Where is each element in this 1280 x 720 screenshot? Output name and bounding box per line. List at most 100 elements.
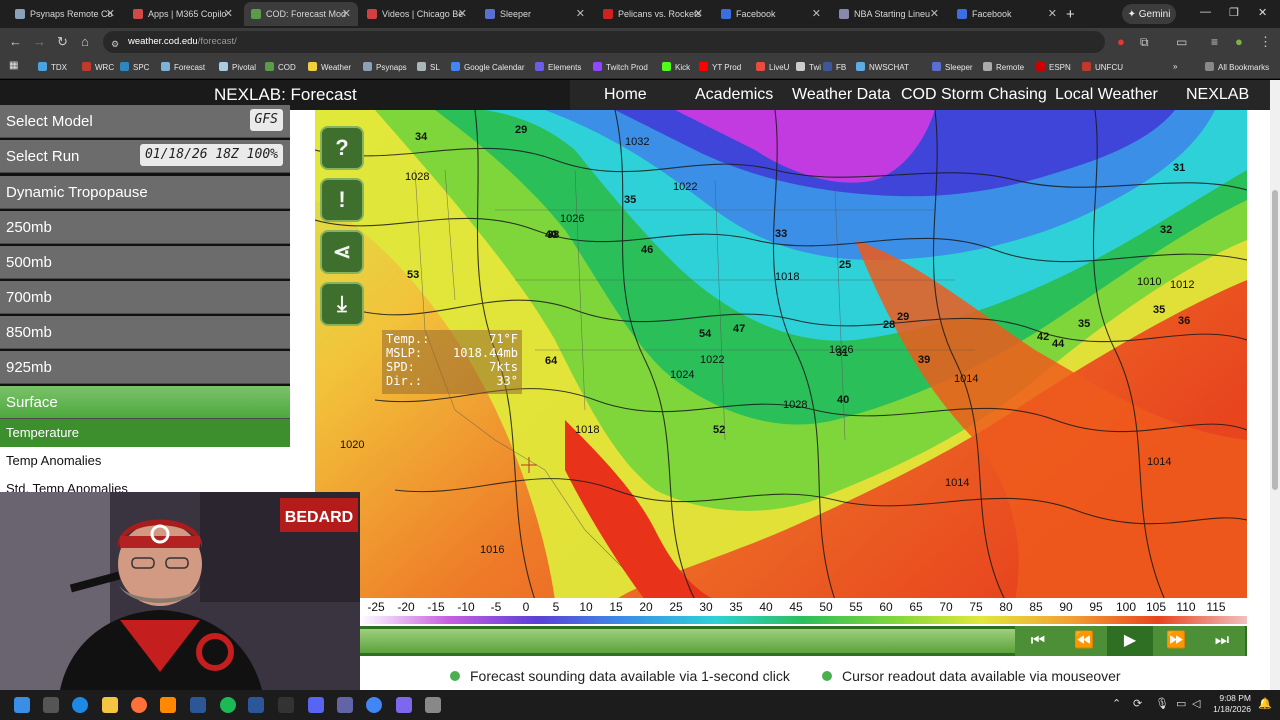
page-scrollbar[interactable] [1270, 80, 1280, 690]
share-icon[interactable]: ⋖ [320, 230, 364, 274]
forward-icon[interactable]: → [33, 35, 46, 49]
browser-tab[interactable]: Psynaps Remote Co ✕ [8, 2, 122, 26]
browser-tab[interactable]: Facebook ✕ [714, 2, 828, 26]
obs-icon[interactable] [278, 697, 294, 713]
nav-academics[interactable]: Academics [695, 86, 773, 104]
network-icon[interactable]: ▭ [1176, 697, 1186, 710]
profile-icon[interactable]: ● [1235, 35, 1243, 49]
notifications-icon[interactable]: 🔔 [1258, 697, 1272, 710]
file-explorer-icon[interactable] [102, 697, 118, 713]
bookmark-item[interactable]: Twi [796, 62, 821, 72]
sidebar-item-250mb[interactable]: 250mb [0, 211, 290, 244]
bookmark-item[interactable]: Weather [308, 62, 351, 72]
extensions-icon[interactable]: ⧉ [1140, 35, 1149, 49]
sidebar-product-temperature[interactable]: Temperature [0, 419, 290, 447]
omnibox[interactable] [103, 31, 1105, 53]
tab-close-icon[interactable]: ✕ [576, 7, 585, 20]
app-icon[interactable] [190, 697, 206, 713]
taskbar-clock[interactable]: 9:08 PM 1/18/2026 [1209, 693, 1251, 715]
edge-icon[interactable] [72, 697, 88, 713]
animation-timeline[interactable]: ⏮ ⏪ ▶ ⏩ ⏭ [360, 626, 1247, 656]
bookmark-item[interactable]: WRC [82, 62, 114, 72]
all-bookmarks[interactable]: All Bookmarks [1205, 62, 1269, 72]
nav-home[interactable]: Home [604, 86, 647, 104]
select-run[interactable]: Select Run 01/18/26 18Z 100% [0, 140, 290, 173]
teams-icon[interactable] [337, 697, 353, 713]
spotify-icon[interactable] [220, 697, 236, 713]
nav-nexlab[interactable]: NEXLAB [1186, 86, 1249, 104]
app2-icon[interactable] [396, 697, 412, 713]
tab-close-icon[interactable]: ✕ [342, 7, 351, 20]
bookmark-item[interactable]: FB [823, 62, 846, 72]
browser-tab[interactable]: COD: Forecast Mod ✕ [244, 2, 358, 26]
browser-tab[interactable]: Apps | M365 Copilo ✕ [126, 2, 240, 26]
tray-sync-icon[interactable]: ⟳ [1133, 697, 1142, 710]
tab-close-icon[interactable]: ✕ [224, 7, 233, 20]
tray-overflow-icon[interactable]: ⌃ [1112, 697, 1121, 710]
site-info-icon[interactable]: ⚙ [111, 37, 119, 51]
browser-tab[interactable]: Pelicans vs. Rockets ✕ [596, 2, 710, 26]
url-text[interactable]: weather.cod.edu/forecast/ [128, 36, 237, 47]
first-frame-button[interactable]: ⏮ [1015, 626, 1061, 656]
bookmarks-overflow-icon[interactable]: » [1173, 62, 1177, 71]
new-tab-button[interactable]: + [1066, 6, 1075, 23]
volume-icon[interactable]: ◁ [1192, 697, 1200, 710]
restore-icon[interactable]: ❐ [1229, 6, 1239, 19]
timeline-progress[interactable] [360, 629, 1016, 653]
bookmark-item[interactable]: Twitch Prod [593, 62, 648, 72]
bookmark-item[interactable]: LiveU [756, 62, 789, 72]
menu-icon[interactable]: ⋮ [1259, 35, 1272, 49]
settings-icon[interactable] [425, 697, 441, 713]
nav-cod-storm-chasing[interactable]: COD Storm Chasing [901, 86, 1047, 104]
bookmark-item[interactable]: ESPN [1036, 62, 1071, 72]
select-run-value[interactable]: 01/18/26 18Z 100% [139, 144, 283, 166]
bookmark-item[interactable]: TDX [38, 62, 67, 72]
sidebar-item-dynamic-tropopause[interactable]: Dynamic Tropopause [0, 176, 290, 209]
browser-tab[interactable]: NBA Starting Lineu ✕ [832, 2, 946, 26]
tab-close-icon[interactable]: ✕ [458, 7, 467, 20]
bookmark-item[interactable]: NWSCHAT [856, 62, 909, 72]
sidebar-item-surface[interactable]: Surface [0, 386, 290, 419]
bookmark-item[interactable]: Sleeper [932, 62, 973, 72]
nav-local-weather[interactable]: Local Weather [1055, 86, 1158, 104]
discord-icon[interactable] [308, 697, 324, 713]
play-button[interactable]: ▶ [1107, 626, 1153, 656]
start-icon[interactable] [14, 697, 30, 713]
tab-close-icon[interactable]: ✕ [106, 7, 115, 20]
task-view-icon[interactable] [43, 697, 59, 713]
help-icon[interactable]: ? [320, 126, 364, 170]
cast-icon[interactable]: ▭ [1176, 35, 1187, 49]
bookmark-item[interactable]: Google Calendar [451, 62, 524, 72]
gemini-button[interactable]: ✦ Gemini [1122, 4, 1176, 24]
alert-icon[interactable]: ! [320, 178, 364, 222]
scrollbar-thumb[interactable] [1272, 190, 1278, 490]
bookmark-item[interactable]: YT Prod [699, 62, 741, 72]
home-icon[interactable]: ⌂ [81, 35, 89, 49]
firefox-icon[interactable] [131, 697, 147, 713]
step-back-button[interactable]: ⏪ [1061, 626, 1107, 656]
select-model-value[interactable]: GFS [249, 109, 283, 131]
tab-close-icon[interactable]: ✕ [694, 7, 703, 20]
tab-close-icon[interactable]: ✕ [812, 7, 821, 20]
bookmark-item[interactable]: SPC [120, 62, 149, 72]
browser-tab[interactable]: Facebook ✕ [950, 2, 1064, 26]
apps-grid-icon[interactable]: ▦ [9, 60, 18, 71]
bookmark-item[interactable]: Elements [535, 62, 581, 72]
select-model[interactable]: Select Model GFS [0, 105, 290, 138]
bookmark-item[interactable]: SL [417, 62, 440, 72]
reload-icon[interactable]: ↻ [57, 35, 68, 49]
microphone-icon[interactable]: 🎙 [1155, 697, 1169, 710]
browser-tab[interactable]: Videos | Chicago Be ✕ [360, 2, 474, 26]
bookmark-item[interactable]: Forecast [161, 62, 205, 72]
bookmark-item[interactable]: UNFCU [1082, 62, 1123, 72]
browser-tab[interactable]: Sleeper ✕ [478, 2, 592, 26]
media-icon[interactable]: ≡ [1211, 35, 1218, 49]
tab-close-icon[interactable]: ✕ [930, 7, 939, 20]
sidebar-item-925mb[interactable]: 925mb [0, 351, 290, 384]
download-icon[interactable]: ⤓ [320, 282, 364, 326]
bookmark-item[interactable]: Kick [662, 62, 690, 72]
sidebar-item-850mb[interactable]: 850mb [0, 316, 290, 349]
back-icon[interactable]: ← [9, 35, 22, 49]
step-forward-button[interactable]: ⏩ [1153, 626, 1199, 656]
vlc-icon[interactable] [160, 697, 176, 713]
